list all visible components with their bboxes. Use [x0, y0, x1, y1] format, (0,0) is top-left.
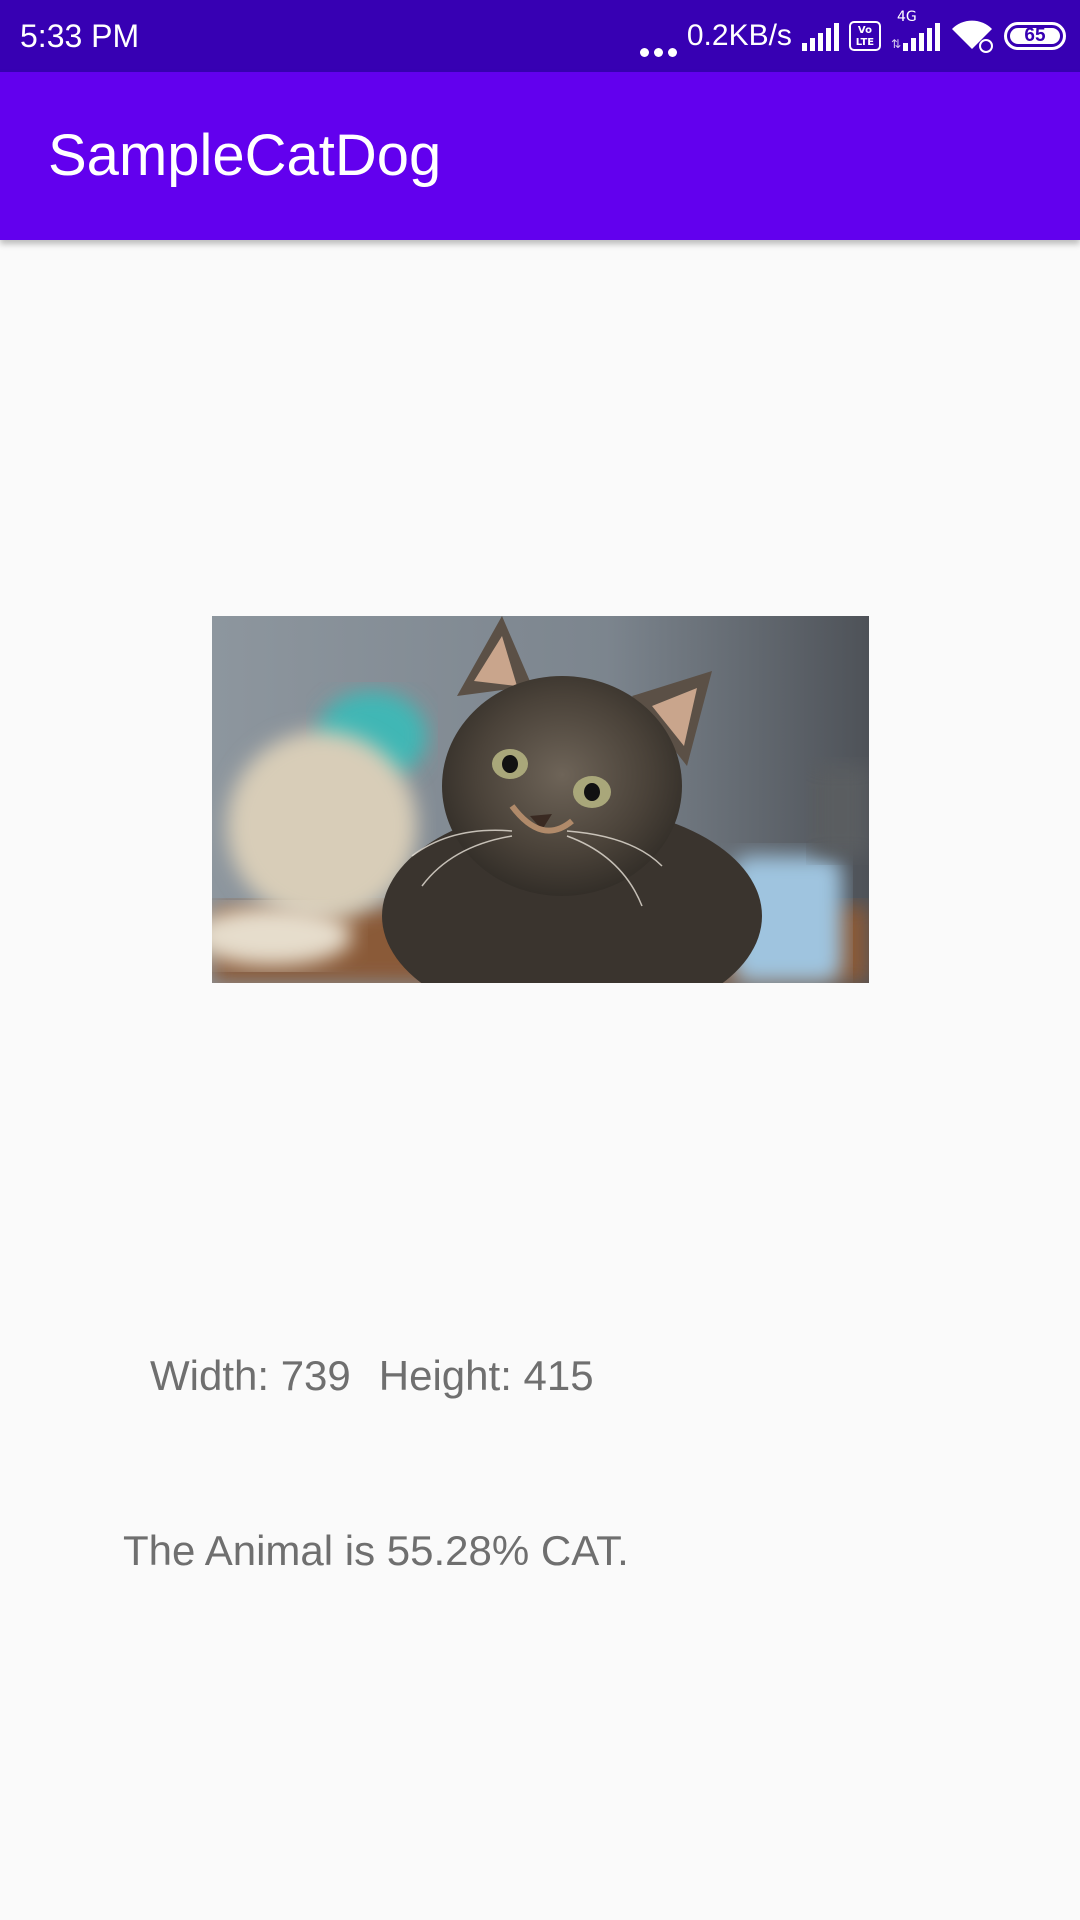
wifi-icon	[952, 20, 993, 53]
signal-icon	[801, 21, 839, 51]
width-label: Width: 739	[150, 1352, 351, 1399]
net-speed: 0.2KB/s	[686, 19, 792, 52]
volte-icon: Vo LTE	[848, 21, 881, 51]
height-label: Height: 415	[378, 1352, 594, 1399]
image-dimensions: Width: 739 Height: 415	[150, 1352, 594, 1400]
battery-icon: 65	[1004, 22, 1066, 50]
dots-icon	[639, 15, 677, 57]
status-icons: 0.2KB/s Vo LTE 4G ⇅ 65	[639, 0, 1066, 72]
status-time: 5:33 PM	[20, 18, 140, 54]
kitten-illustration	[212, 616, 869, 983]
animal-image	[212, 616, 869, 983]
signal-4g-icon: 4G ⇅	[891, 9, 940, 51]
status-bar: 5:33 PM 0.2KB/s Vo LTE 4G ⇅ 65	[0, 0, 1080, 72]
classification-result: The Animal is 55.28% CAT.	[123, 1527, 629, 1574]
battery-level: 65	[1024, 25, 1046, 46]
network-type: 4G	[896, 9, 917, 25]
app-bar: SampleCatDog	[0, 72, 1080, 240]
app-title: SampleCatDog	[48, 123, 442, 188]
